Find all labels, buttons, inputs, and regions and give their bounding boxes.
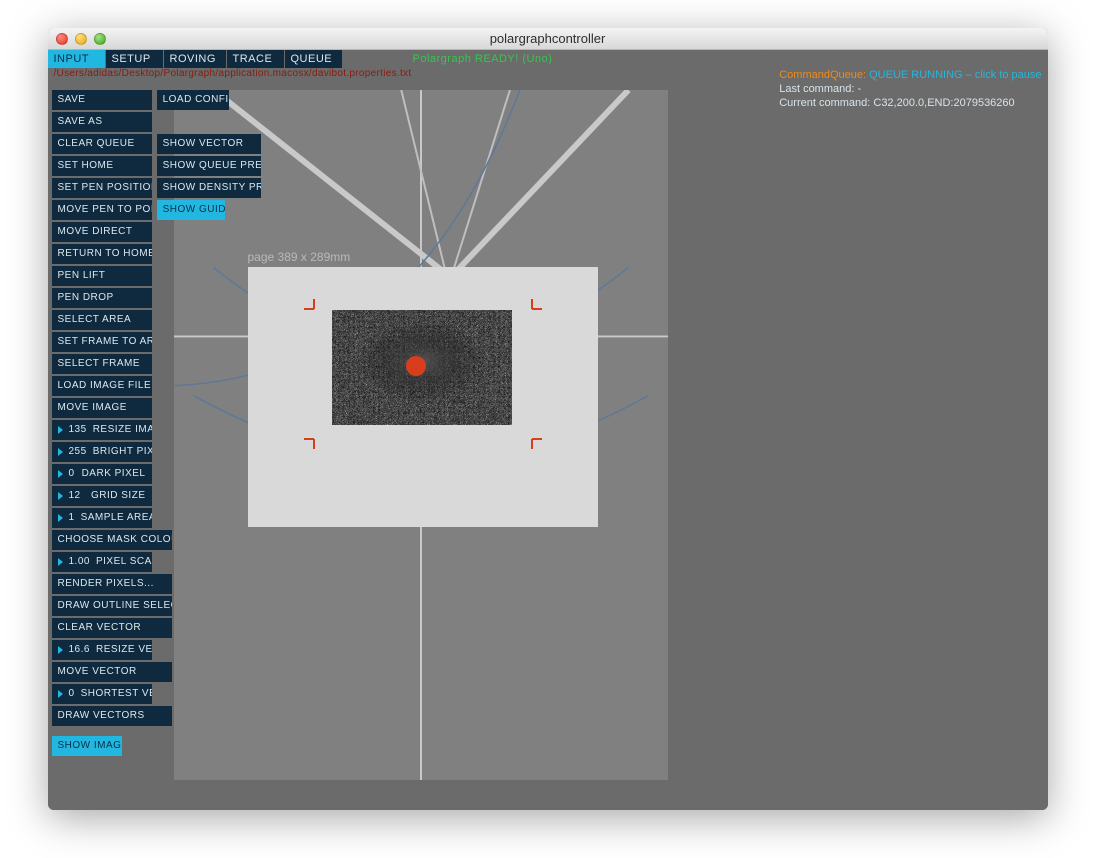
load-config-button[interactable]: LOAD CONFIG (157, 90, 229, 110)
set-pen-position-button[interactable]: SET PEN POSITION (52, 178, 152, 198)
render-pixels-button[interactable]: RENDER PIXELS... (52, 574, 172, 594)
triangle-icon (58, 492, 63, 500)
show-guides-toggle[interactable]: SHOW GUIDES (157, 200, 225, 220)
app-window: polargraphcontroller INPUT SETUP ROVING … (48, 28, 1048, 810)
show-density-preview-toggle[interactable]: SHOW DENSITY PREVIEW (157, 178, 261, 198)
save-button[interactable]: SAVE (52, 90, 152, 110)
status-ready: Polargraph READY! (Uno) (413, 50, 553, 68)
current-command-value: C32,200.0,END:2079536260 (873, 97, 1014, 109)
loaded-image[interactable] (332, 310, 512, 425)
tab-roving[interactable]: ROVING (164, 50, 226, 68)
draw-vectors-button[interactable]: DRAW VECTORS (52, 706, 172, 726)
return-to-home-button[interactable]: RETURN TO HOME (52, 244, 152, 264)
move-pen-to-point-button[interactable]: MOVE PEN TO POINT (52, 200, 152, 220)
grid-size-stepper[interactable]: 12GRID SIZE (52, 486, 152, 506)
side-panel: SAVE SAVE AS CLEAR QUEUE SET HOME SET PE… (52, 90, 262, 758)
select-area-button[interactable]: SELECT AREA (52, 310, 152, 330)
sample-area-stepper[interactable]: 1SAMPLE AREA (52, 508, 152, 528)
window-title: polargraphcontroller (48, 31, 1048, 46)
button-col-1: SAVE SAVE AS CLEAR QUEUE SET HOME SET PE… (52, 90, 152, 758)
page-size-label: page 389 x 289mm (248, 250, 351, 264)
app-body: INPUT SETUP ROVING TRACE QUEUE Polargrap… (48, 50, 1048, 810)
last-command-line: Last command: - (779, 82, 1041, 96)
config-path: /Users/adidas/Desktop/Polargraph/applica… (54, 68, 412, 79)
draw-outline-selected-button[interactable]: DRAW OUTLINE SELECTED (52, 596, 172, 616)
show-image-toggle[interactable]: SHOW IMAGE (52, 736, 122, 756)
queue-label: CommandQueue: (779, 69, 866, 81)
triangle-icon (58, 514, 63, 522)
triangle-icon (58, 426, 63, 434)
tab-trace[interactable]: TRACE (227, 50, 284, 68)
save-as-button[interactable]: SAVE AS (52, 112, 152, 132)
select-frame-button[interactable]: SELECT FRAME (52, 354, 152, 374)
resize-vector-stepper[interactable]: 16.6RESIZE VECTOR (52, 640, 152, 660)
titlebar: polargraphcontroller (48, 28, 1048, 50)
bright-pixel-stepper[interactable]: 255BRIGHT PIXEL (52, 442, 152, 462)
load-image-file-button[interactable]: LOAD IMAGE FILE (52, 376, 152, 396)
crop-corner-tr[interactable] (524, 297, 542, 315)
show-vector-toggle[interactable]: SHOW VECTOR (157, 134, 261, 154)
current-command-label: Current command: (779, 97, 870, 109)
queue-info: CommandQueue: QUEUE RUNNING – click to p… (779, 68, 1041, 110)
set-frame-to-area-button[interactable]: SET FRAME TO AREA (52, 332, 152, 352)
crop-corner-tl[interactable] (304, 297, 322, 315)
crop-corner-br[interactable] (524, 435, 542, 453)
resize-image-stepper[interactable]: 135RESIZE IMAGE (52, 420, 152, 440)
triangle-icon (58, 448, 63, 456)
queue-state-line[interactable]: CommandQueue: QUEUE RUNNING – click to p… (779, 68, 1041, 82)
last-command-label: Last command: (779, 83, 854, 95)
move-image-button[interactable]: MOVE IMAGE (52, 398, 152, 418)
tab-input[interactable]: INPUT (48, 50, 105, 68)
triangle-icon (58, 558, 63, 566)
crop-corner-bl[interactable] (304, 435, 322, 453)
triangle-icon (58, 470, 63, 478)
queue-state: QUEUE RUNNING – click to pause (869, 69, 1041, 81)
pen-lift-button[interactable]: PEN LIFT (52, 266, 152, 286)
clear-vector-button[interactable]: CLEAR VECTOR (52, 618, 172, 638)
move-vector-button[interactable]: MOVE VECTOR (52, 662, 172, 682)
last-command-value: - (857, 83, 861, 95)
set-home-button[interactable]: SET HOME (52, 156, 152, 176)
tab-queue[interactable]: QUEUE (285, 50, 342, 68)
choose-mask-colour-button[interactable]: CHOOSE MASK COLOUR (52, 530, 172, 550)
shortest-vector-stepper[interactable]: 0SHORTEST VECTOR (52, 684, 152, 704)
pixel-scaling-stepper[interactable]: 1.00PIXEL SCALING (52, 552, 152, 572)
tab-bar: INPUT SETUP ROVING TRACE QUEUE Polargrap… (48, 50, 1048, 68)
clear-queue-button[interactable]: CLEAR QUEUE (52, 134, 152, 154)
tab-setup[interactable]: SETUP (106, 50, 163, 68)
triangle-icon (58, 646, 63, 654)
show-queue-preview-toggle[interactable]: SHOW QUEUE PREVIEW (157, 156, 261, 176)
button-col-2: LOAD CONFIG SHOW VECTOR SHOW QUEUE PREVI… (157, 90, 261, 222)
pen-drop-button[interactable]: PEN DROP (52, 288, 152, 308)
current-command-line: Current command: C32,200.0,END:207953626… (779, 96, 1041, 110)
move-direct-button[interactable]: MOVE DIRECT (52, 222, 152, 242)
dark-pixel-stepper[interactable]: 0DARK PIXEL (52, 464, 152, 484)
triangle-icon (58, 690, 63, 698)
